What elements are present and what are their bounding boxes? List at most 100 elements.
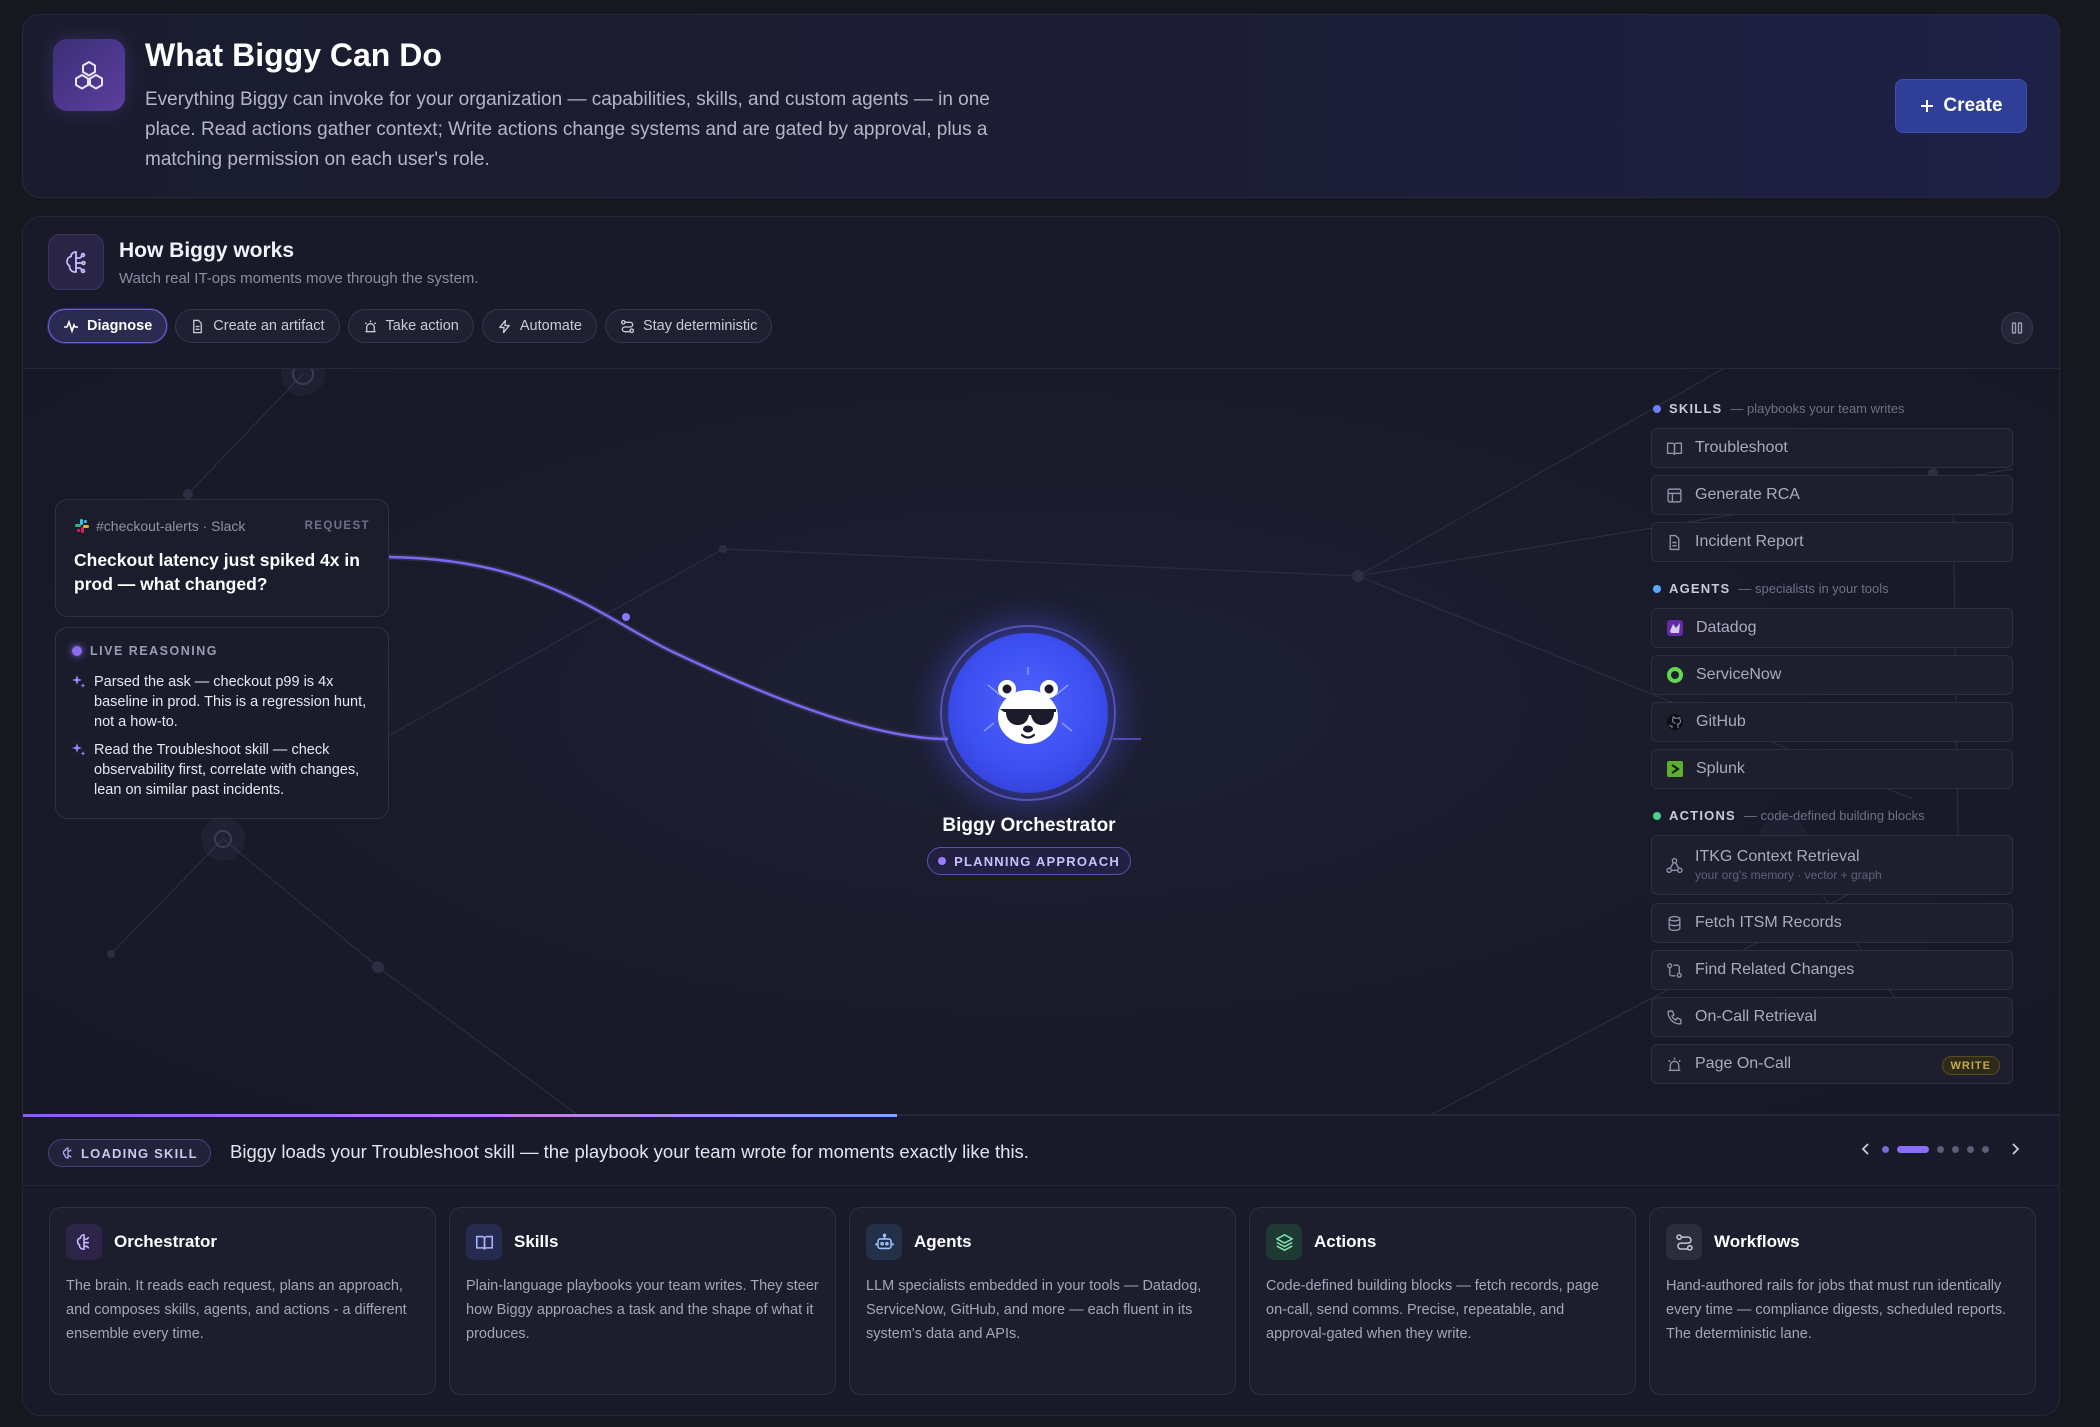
agent-github[interactable]: GitHub <box>1651 702 2013 742</box>
sparkle-icon <box>72 743 86 756</box>
chevron-left-icon[interactable] <box>1858 1141 1874 1157</box>
plus-icon <box>1921 100 1934 112</box>
panda-sunglasses-icon <box>983 667 1073 744</box>
tab-label: Diagnose <box>87 318 153 334</box>
agent-servicenow[interactable]: ServiceNow <box>1651 655 2013 695</box>
request-source: #checkout-alerts · Slack <box>74 518 245 534</box>
actions-group-header: ACTIONS — code-defined building blocks <box>1653 808 1925 823</box>
database-icon <box>1668 915 1681 931</box>
feature-card-workflows: Workflows Hand-authored rails for jobs t… <box>1649 1207 2036 1395</box>
feature-card-orchestrator: Orchestrator The brain. It reads each re… <box>49 1207 436 1395</box>
step-dot[interactable] <box>1967 1145 1974 1153</box>
route-icon <box>620 319 634 333</box>
orchestrator-status-label: PLANNING APPROACH <box>954 853 1120 869</box>
feature-card-actions: Actions Code-defined building blocks — f… <box>1249 1207 1636 1395</box>
action-sublabel: your org's memory · vector + graph <box>1695 868 1882 882</box>
create-button[interactable]: Create <box>1895 79 2027 133</box>
skill-label: Generate RCA <box>1695 486 1800 503</box>
status-dot-icon <box>938 857 947 865</box>
tab-diagnose[interactable]: Diagnose <box>48 309 168 343</box>
action-label: Fetch ITSM Records <box>1695 914 1842 931</box>
siren-icon <box>1668 1057 1681 1071</box>
group-name: AGENTS <box>1669 581 1731 596</box>
orchestrator-status-badge: PLANNING APPROACH <box>927 847 1131 875</box>
action-itkg-context-retrieval[interactable]: ITKG Context Retrieval your org's memory… <box>1651 835 2013 895</box>
agent-datadog[interactable]: Datadog <box>1651 608 2013 648</box>
group-name: SKILLS <box>1669 401 1723 416</box>
agent-label: Datadog <box>1696 619 1757 636</box>
feature-title: Orchestrator <box>114 1232 217 1251</box>
agent-label: ServiceNow <box>1696 666 1782 683</box>
skill-incident-report[interactable]: Incident Report <box>1651 522 2013 562</box>
cubes-logo-icon <box>53 39 125 111</box>
divider <box>23 1185 2059 1186</box>
step-dot[interactable] <box>1982 1145 1989 1153</box>
tab-create-artifact[interactable]: Create an artifact <box>175 309 340 343</box>
skill-generate-rca[interactable]: Generate RCA <box>1651 475 2013 515</box>
section-title: How Biggy works <box>119 239 295 262</box>
feature-title: Actions <box>1314 1232 1377 1251</box>
tab-label: Automate <box>519 318 582 334</box>
request-card[interactable]: #checkout-alerts · Slack REQUEST Checkou… <box>55 499 389 617</box>
orchestrator-node[interactable] <box>948 633 1108 793</box>
group-description: — code-defined building blocks <box>1743 808 1925 823</box>
route-icon <box>1666 1224 1702 1260</box>
sparkle-icon <box>72 675 86 688</box>
request-tag: REQUEST <box>304 520 370 532</box>
book-icon <box>466 1224 502 1260</box>
chevron-right-icon[interactable] <box>2007 1141 2023 1157</box>
splunk-icon <box>1667 761 1683 777</box>
action-label: Find Related Changes <box>1695 961 1855 978</box>
agent-splunk[interactable]: Splunk <box>1651 749 2013 789</box>
tab-automate[interactable]: Automate <box>481 309 597 343</box>
how-biggy-works-section: How Biggy works Watch real IT-ops moment… <box>22 216 2060 1416</box>
bolt-icon <box>499 319 510 333</box>
siren-icon <box>364 319 376 332</box>
step-badge-label: LOADING SKILL <box>81 1145 198 1161</box>
action-label: On-Call Retrieval <box>1695 1008 1817 1025</box>
pause-icon <box>2011 322 2023 334</box>
feature-description: Plain-language playbooks your team write… <box>466 1278 819 1342</box>
step-dot-active[interactable] <box>1897 1145 1929 1153</box>
action-find-related-changes[interactable]: Find Related Changes <box>1651 950 2013 990</box>
step-dot[interactable] <box>1937 1145 1944 1153</box>
agents-group-header: AGENTS — specialists in your tools <box>1653 581 1889 596</box>
live-reasoning-label: LIVE REASONING <box>90 644 218 658</box>
request-source-label: #checkout-alerts · Slack <box>96 518 246 534</box>
skill-label: Incident Report <box>1695 533 1804 550</box>
group-description: — specialists in your tools <box>1738 581 1889 596</box>
action-on-call-retrieval[interactable]: On-Call Retrieval <box>1651 997 2013 1037</box>
reasoning-text: Parsed the ask — checkout p99 is 4x base… <box>94 674 367 730</box>
skill-label: Troubleshoot <box>1695 439 1788 456</box>
skill-troubleshoot[interactable]: Troubleshoot <box>1651 428 2013 468</box>
progress-fill <box>23 1114 897 1117</box>
tab-stay-deterministic[interactable]: Stay deterministic <box>604 309 773 343</box>
feature-description: Code-defined building blocks — fetch rec… <box>1266 1278 1599 1342</box>
step-pager <box>1858 1141 2023 1157</box>
step-dot[interactable] <box>1882 1145 1889 1153</box>
feature-title: Skills <box>514 1232 559 1251</box>
pulse-icon <box>64 319 78 334</box>
book-icon <box>1666 441 1683 455</box>
request-text: Checkout latency just spiked 4x in prod … <box>74 550 360 594</box>
tab-label: Take action <box>385 318 459 334</box>
step-dot[interactable] <box>1952 1145 1959 1153</box>
github-icon <box>1667 714 1683 730</box>
action-page-on-call[interactable]: Page On-Call WRITE <box>1651 1044 2013 1084</box>
tab-take-action[interactable]: Take action <box>347 309 474 343</box>
feature-description: Hand-authored rails for jobs that must r… <box>1666 1278 2007 1342</box>
scenario-tabs: Diagnose Create an artifact Take action … <box>48 309 773 343</box>
section-subtitle: Watch real IT-ops moments move through t… <box>119 270 479 287</box>
feature-card-skills: Skills Plain-language playbooks your tea… <box>449 1207 836 1395</box>
git-compare-icon <box>1667 962 1682 978</box>
live-indicator-icon <box>72 646 82 656</box>
live-reasoning-header: LIVE REASONING <box>72 644 218 658</box>
header-card: What Biggy Can Do Everything Biggy can i… <box>22 14 2060 198</box>
reasoning-item: Parsed the ask — checkout p99 is 4x base… <box>72 672 372 732</box>
agents-dot-icon <box>1653 584 1661 593</box>
pause-button[interactable] <box>2001 312 2033 344</box>
agent-label: Splunk <box>1696 760 1745 777</box>
brain-icon <box>48 234 104 290</box>
action-fetch-itsm-records[interactable]: Fetch ITSM Records <box>1651 903 2013 943</box>
write-badge: WRITE <box>1941 1056 2000 1075</box>
